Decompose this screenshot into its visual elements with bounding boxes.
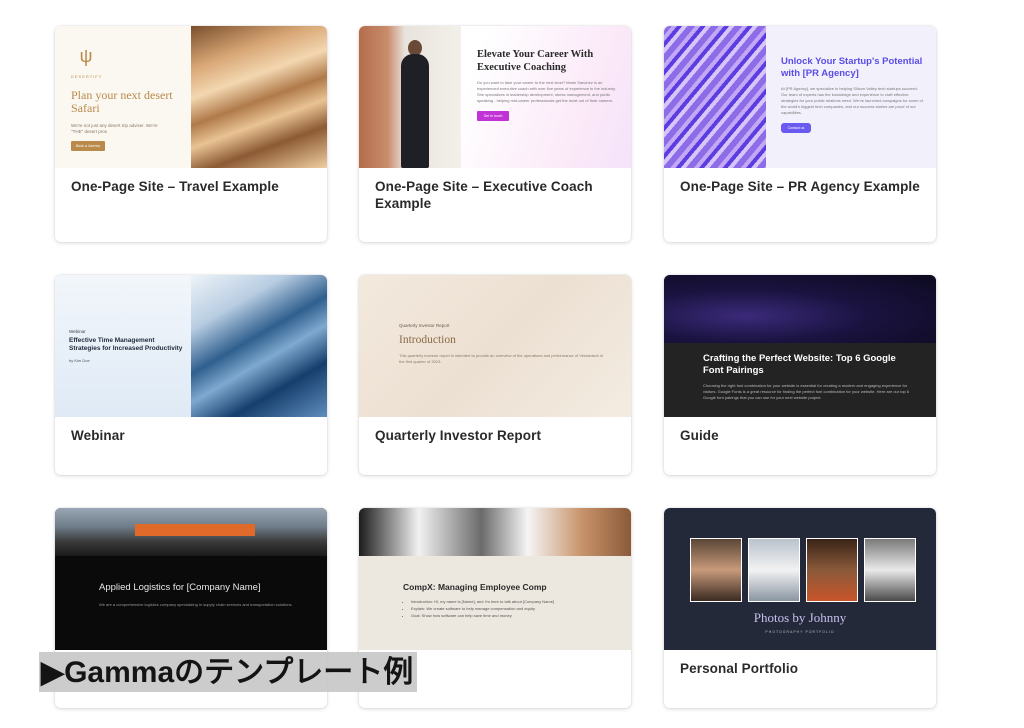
thumbnail-headline: Photos by Johnny xyxy=(753,610,847,625)
bullet-item: Explain: We create software to help mana… xyxy=(411,605,613,612)
caption-banner: ▶Gammaのテンプレート例 xyxy=(39,652,418,692)
portfolio-photo xyxy=(864,538,916,602)
bullet-item: Introduction: Hi, my name is [Name], and… xyxy=(411,598,613,605)
orange-train xyxy=(135,524,255,536)
blue-wave-image xyxy=(191,275,327,417)
template-card-travel[interactable]: ψ DESERTIFY Plan your next desert Safari… xyxy=(55,26,327,242)
thumbnail-headline: Effective Time Management Strategies for… xyxy=(69,337,183,352)
thumbnail-subtext: This quarterly investor report is intend… xyxy=(399,353,604,364)
thumbnail-button: Book a Journey xyxy=(71,141,105,151)
thumbnail-byline: by Kim Doe xyxy=(69,358,90,363)
template-thumbnail: Applied Logistics for [Company Name] We … xyxy=(55,508,327,650)
thumbnail-text-panel: CompX: Managing Employee Comp Introducti… xyxy=(403,582,613,619)
template-thumbnail: CompX: Managing Employee Comp Introducti… xyxy=(359,508,631,650)
thumbnail-kicker: Webinar xyxy=(69,329,86,334)
card-title: One-Page Site – Executive Coach Example xyxy=(375,179,593,211)
thumbnail-subtext: We are a comprehensive logistics company… xyxy=(99,602,293,607)
thumbnail-headline: Crafting the Perfect Website: Top 6 Goog… xyxy=(703,353,896,376)
card-title: Webinar xyxy=(71,428,125,443)
train-station-image xyxy=(55,508,327,556)
template-card-portfolio[interactable]: Photos by Johnny PHOTOGRAPHY PORTFOLIO P… xyxy=(664,508,936,708)
template-thumbnail: Photos by Johnny PHOTOGRAPHY PORTFOLIO xyxy=(664,508,936,650)
cactus-logo-icon: ψ xyxy=(79,46,93,66)
coach-portrait-image xyxy=(359,26,461,168)
thumbnail-headline: Applied Logistics for [Company Name] xyxy=(99,582,261,593)
thumbnail-headline: Plan your next desert Safari xyxy=(71,88,173,115)
thumbnail-text-panel: Applied Logistics for [Company Name] We … xyxy=(99,582,299,608)
thumbnail-headline: Elevate Your Career With Executive Coach… xyxy=(477,49,594,73)
thumbnail-headline: Introduction xyxy=(399,334,456,346)
thumbnail-subtext: Do you want to take your career to the n… xyxy=(477,80,616,103)
template-thumbnail: Webinar Effective Time Management Strate… xyxy=(55,275,327,417)
thumbnail-headline: Unlock Your Startup's Potential with [PR… xyxy=(781,56,923,79)
card-title: Personal Portfolio xyxy=(680,661,799,676)
thumbnail-subtext: Choosing the right font combination for … xyxy=(703,383,910,400)
card-title: One-Page Site – Travel Example xyxy=(71,179,279,194)
template-card-executive-coach[interactable]: Elevate Your Career With Executive Coach… xyxy=(359,26,631,242)
thumbnail-subtext: We're not just any desert trip adviser. … xyxy=(71,123,158,134)
portfolio-photo xyxy=(690,538,742,602)
thumbnail-text-panel: Unlock Your Startup's Potential with [PR… xyxy=(781,56,923,133)
portfolio-photo xyxy=(806,538,858,602)
thumbnail-headline: CompX: Managing Employee Comp xyxy=(403,582,547,592)
thumbnail-button: Get in touch xyxy=(477,111,509,121)
template-thumbnail: ψ DESERTIFY Plan your next desert Safari… xyxy=(55,26,327,168)
portfolio-photo xyxy=(748,538,800,602)
template-thumbnail: Elevate Your Career With Executive Coach… xyxy=(359,26,631,168)
template-card-webinar[interactable]: Webinar Effective Time Management Strate… xyxy=(55,275,327,475)
template-thumbnail: Unlock Your Startup's Potential with [PR… xyxy=(664,26,936,168)
template-card-guide[interactable]: Crafting the Perfect Website: Top 6 Goog… xyxy=(664,275,936,475)
purple-wave-image xyxy=(664,26,766,168)
card-title: One-Page Site – PR Agency Example xyxy=(680,179,920,194)
thumbnail-button: Contact us xyxy=(781,123,811,133)
thumbnail-text-panel: Elevate Your Career With Executive Coach… xyxy=(477,48,617,121)
card-title: Guide xyxy=(680,428,719,443)
thumbnail-text-panel: Webinar Effective Time Management Strate… xyxy=(69,329,187,363)
card-title: Quarterly Investor Report xyxy=(375,428,542,443)
bullet-item: Goal: Show how software can help save ti… xyxy=(411,612,613,619)
thumbnail-brand: DESERTIFY xyxy=(71,74,103,79)
portrait-body xyxy=(401,54,429,168)
thumbnail-subtext: At [PR Agency], we specialize in helping… xyxy=(781,86,923,115)
template-card-pr-agency[interactable]: Unlock Your Startup's Potential with [PR… xyxy=(664,26,936,242)
abstract-night-image xyxy=(664,275,936,343)
thumbnail-text-panel: Crafting the Perfect Website: Top 6 Goog… xyxy=(703,353,913,401)
template-card-quarterly-report[interactable]: Quarterly Investor Report Introduction T… xyxy=(359,275,631,475)
thumbnail-subtext: PHOTOGRAPHY PORTFOLIO xyxy=(765,630,835,634)
template-thumbnail: Crafting the Perfect Website: Top 6 Goog… xyxy=(664,275,936,417)
template-thumbnail: Quarterly Investor Report Introduction T… xyxy=(359,275,631,417)
thumbnail-text-panel: Quarterly Investor Report Introduction T… xyxy=(399,323,609,365)
office-photo-image xyxy=(359,508,631,556)
template-grid: ψ DESERTIFY Plan your next desert Safari… xyxy=(0,0,1024,728)
thumbnail-kicker: Quarterly Investor Report xyxy=(399,323,450,328)
thumbnail-bullet-list: Introduction: Hi, my name is [Name], and… xyxy=(411,598,613,619)
thumbnail-text-panel: ψ DESERTIFY Plan your next desert Safari… xyxy=(55,26,191,168)
desert-dunes-image xyxy=(191,26,327,168)
